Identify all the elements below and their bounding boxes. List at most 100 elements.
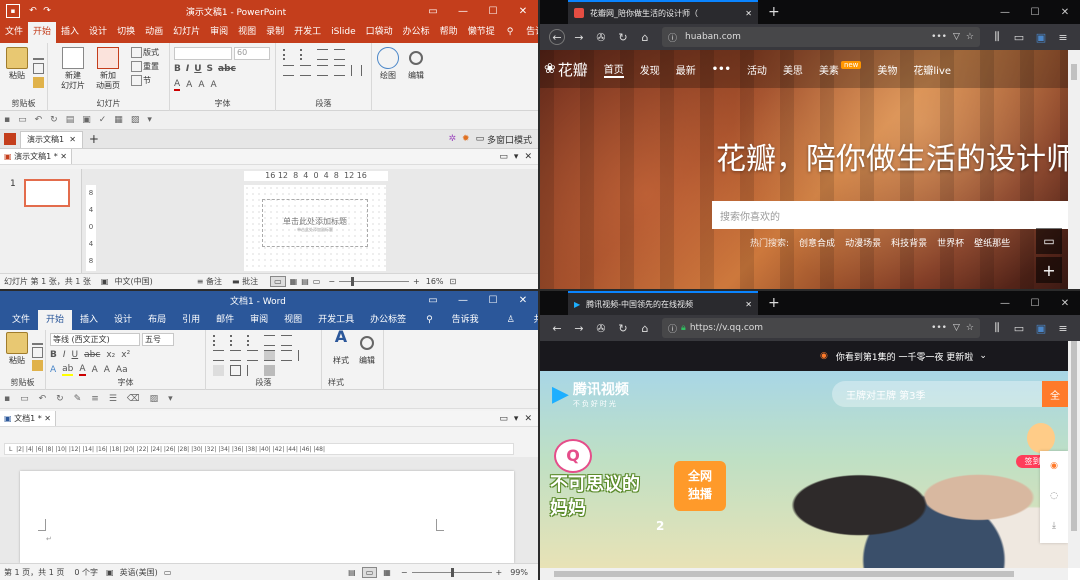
word-count[interactable]: 0 个字 xyxy=(74,567,98,578)
qq-scrollbar[interactable] xyxy=(1068,341,1080,568)
show-marks-icon[interactable] xyxy=(264,365,275,376)
sidebar-icon[interactable]: ▭ xyxy=(1011,29,1027,45)
numbering-icon[interactable] xyxy=(300,49,311,60)
font-size-select[interactable]: 五号 xyxy=(142,333,174,346)
close-tab-icon[interactable]: ✕ xyxy=(69,132,76,148)
hot-search-item[interactable]: 科技背景 xyxy=(891,236,927,249)
bold-icon[interactable]: B xyxy=(174,64,181,74)
home-icon[interactable]: ⌂ xyxy=(637,320,653,336)
ppt-inner-tab[interactable]: ▣ 演示文稿1 * ✕ xyxy=(0,149,72,164)
ppt-tab[interactable]: 设计 xyxy=(84,22,112,43)
sorter-view-icon[interactable]: ▦ xyxy=(290,277,298,286)
restore-icon[interactable]: ▭ xyxy=(499,152,508,162)
menu-icon[interactable]: ≡ xyxy=(1055,29,1071,45)
ppt-tab[interactable]: 帮助 xyxy=(435,22,463,43)
feedback-icon[interactable]: ◌ xyxy=(1040,481,1068,511)
redo-icon[interactable]: ↻ xyxy=(50,115,58,125)
word-tab[interactable]: 办公标签 xyxy=(362,310,414,330)
read-mode-icon[interactable]: ▤ xyxy=(348,568,356,577)
highlight-icon[interactable]: ab xyxy=(62,364,74,376)
slideshow-icon[interactable]: ▭ xyxy=(313,277,321,286)
normal-view-icon[interactable]: ▭ xyxy=(270,276,286,287)
copy-icon[interactable] xyxy=(32,347,43,358)
zoom-thumb[interactable] xyxy=(351,277,355,286)
shading-icon[interactable] xyxy=(213,365,224,376)
align-center-icon[interactable] xyxy=(300,65,311,76)
ppt-tab[interactable]: 动画 xyxy=(140,22,168,43)
bold-icon[interactable]: B xyxy=(50,350,57,360)
word-page[interactable]: ↵ xyxy=(20,471,514,563)
grow-font-icon[interactable]: A xyxy=(92,365,98,375)
justify-icon[interactable] xyxy=(334,65,345,76)
preview-icon[interactable]: ▣ xyxy=(82,115,91,125)
web-layout-icon[interactable]: ▦ xyxy=(383,568,391,577)
dropdown-icon[interactable]: ▾ xyxy=(514,152,519,162)
word-tab-home[interactable]: 开始 xyxy=(38,310,73,330)
qq-search-box[interactable]: 王牌对王牌 第3季 全 xyxy=(832,381,1068,407)
redo-icon[interactable]: ↻ xyxy=(56,394,64,404)
edit-button[interactable]: 编辑 xyxy=(356,332,378,366)
forward-icon[interactable]: → xyxy=(571,29,587,45)
decrease-indent-icon[interactable] xyxy=(317,49,328,60)
ppt-tab[interactable]: iSlide xyxy=(326,22,360,43)
close-tab-icon[interactable]: ✕ xyxy=(44,414,51,423)
huaban-search-box[interactable]: 搜索你喜欢的 xyxy=(712,201,1068,229)
ppt-tab-home[interactable]: 开始 xyxy=(28,22,57,43)
home-icon[interactable]: ⌂ xyxy=(637,29,653,45)
nav-meisu[interactable]: 美素 xyxy=(819,62,839,77)
align-center-icon[interactable] xyxy=(230,350,241,361)
maximize-icon[interactable]: ☐ xyxy=(478,291,508,310)
shrink-font-icon[interactable]: A xyxy=(198,80,204,90)
proofing-icon[interactable]: ▣ xyxy=(106,568,114,577)
share-button[interactable]: ♙ 共享 xyxy=(491,310,538,330)
hot-search-item[interactable]: 创意合成 xyxy=(799,236,835,249)
add-anim-button[interactable]: 新加 动画页 xyxy=(92,47,124,91)
align-right-icon[interactable] xyxy=(317,65,328,76)
title-placeholder[interactable]: 单击此处添加标题 单击此处添加副标题 xyxy=(262,199,368,247)
tools-icon[interactable]: ✇ xyxy=(593,320,609,336)
zoom-thumb[interactable] xyxy=(450,567,454,577)
info-icon[interactable]: ⓘ xyxy=(668,322,677,335)
format-painter-icon[interactable] xyxy=(33,77,44,88)
text-effects-icon[interactable]: A xyxy=(50,365,56,375)
minimize-icon[interactable]: — xyxy=(448,0,478,23)
undo-icon[interactable]: ↶ xyxy=(26,6,40,16)
align-icon[interactable]: ≡ xyxy=(91,394,99,404)
new-tab-icon[interactable]: + xyxy=(89,132,99,146)
qq-search-button[interactable]: 全 xyxy=(1042,381,1068,407)
forward-icon[interactable]: → xyxy=(571,320,587,336)
hot-search-item[interactable]: 动漫场景 xyxy=(845,236,881,249)
hot-search-item[interactable]: 壁纸那些 xyxy=(974,236,1010,249)
maximize-icon[interactable]: ☐ xyxy=(1020,291,1050,315)
dropdown-icon[interactable]: ▾ xyxy=(514,414,519,424)
justify-icon[interactable] xyxy=(264,350,275,361)
ppt-tab[interactable]: 开发工 xyxy=(289,22,326,43)
word-tab[interactable]: 邮件 xyxy=(208,310,242,330)
back-icon[interactable]: ← xyxy=(549,29,565,45)
close-icon[interactable]: ✕ xyxy=(524,152,532,162)
macro-icon[interactable]: ▭ xyxy=(164,568,172,577)
image-icon[interactable]: ▨ xyxy=(131,115,140,125)
nav-live[interactable]: 花瓣live xyxy=(913,62,951,77)
huaban-scroll-thumb[interactable] xyxy=(1071,64,1077,80)
edit-button[interactable]: 编辑 xyxy=(404,47,428,81)
nav-more[interactable]: ••• xyxy=(712,64,731,75)
fit-slide-icon[interactable]: ⊡ xyxy=(450,277,457,286)
close-icon[interactable]: ✕ xyxy=(508,0,538,23)
styles-button[interactable]: A 样式 xyxy=(330,329,352,366)
decrease-indent-icon[interactable] xyxy=(264,335,275,346)
qq-hscroll-thumb[interactable] xyxy=(554,571,1014,577)
reload-icon[interactable]: ↻ xyxy=(615,320,631,336)
cut-icon[interactable] xyxy=(33,49,44,60)
notes-button[interactable]: ≡ 备注 xyxy=(197,276,222,287)
font-color-icon[interactable]: A xyxy=(79,364,86,376)
reading-view-icon[interactable]: ▤ xyxy=(301,277,309,286)
word-tab[interactable]: 设计 xyxy=(106,310,140,330)
close-icon[interactable]: ✕ xyxy=(1050,291,1080,315)
nav-meiwu[interactable]: 美物 xyxy=(877,62,897,77)
word-tab[interactable]: 布局 xyxy=(140,310,174,330)
word-tab[interactable]: 审阅 xyxy=(242,310,276,330)
zoom-level[interactable]: 99% xyxy=(510,568,528,577)
comments-button[interactable]: ▬ 批注 xyxy=(232,276,258,287)
subscript-icon[interactable]: x₂ xyxy=(106,350,115,360)
